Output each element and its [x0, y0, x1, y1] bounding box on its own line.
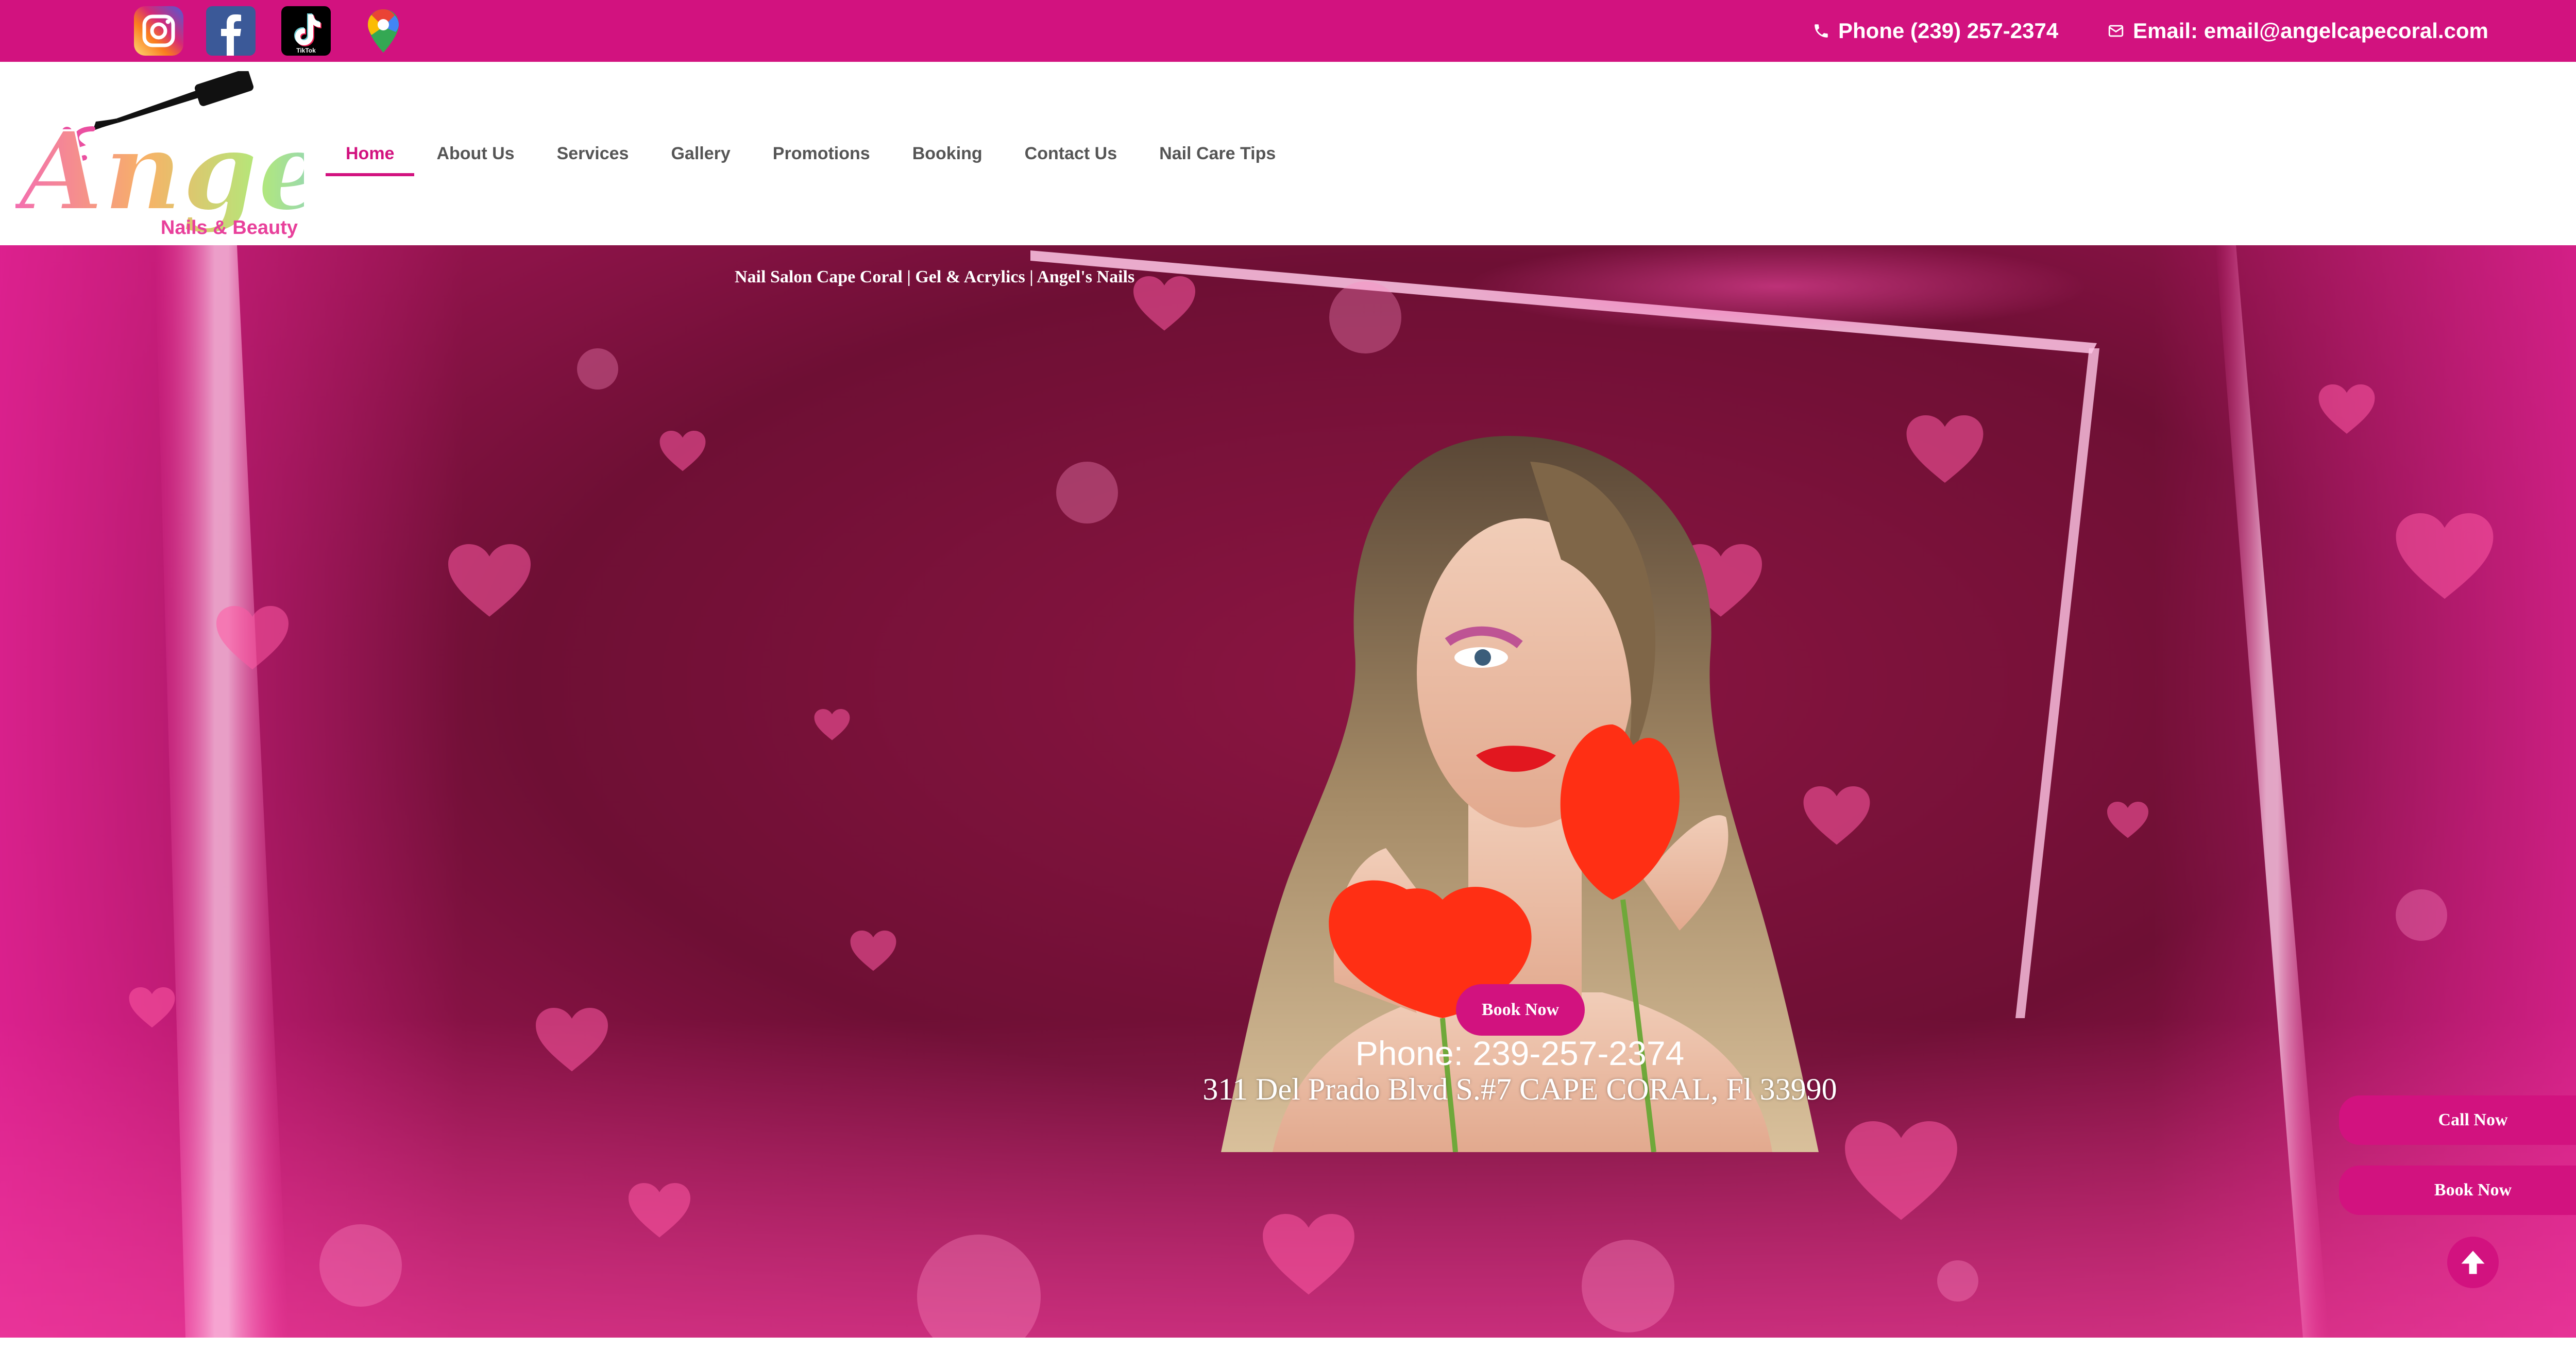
nav-home[interactable]: Home — [325, 62, 415, 245]
hero-heading: Nail Salon Cape Coral | Gel & Acrylics |… — [735, 267, 1135, 286]
scroll-to-top-button[interactable] — [2447, 1237, 2499, 1288]
nav-gallery[interactable]: Gallery — [650, 62, 751, 245]
email-icon — [2107, 22, 2125, 40]
nav-promotions[interactable]: Promotions — [752, 62, 891, 245]
main-nav: Home About Us Services Gallery Promotion… — [325, 62, 1297, 245]
hero-section: Nail Salon Cape Coral | Gel & Acrylics |… — [0, 245, 2576, 1338]
phone-icon — [1812, 22, 1830, 40]
arrow-up-icon — [2461, 1251, 2485, 1274]
topbar-phone[interactable]: Phone (239) 257-2374 — [1812, 0, 2058, 62]
nav-nail-care-tips[interactable]: Nail Care Tips — [1138, 62, 1297, 245]
tiktok-icon[interactable]: TikTok — [281, 6, 331, 56]
topbar-phone-text: Phone (239) 257-2374 — [1838, 19, 2059, 43]
google-maps-icon[interactable] — [359, 6, 408, 56]
hero-address: 311 Del Prado Blvd S.#7 CAPE CORAL, Fl 3… — [1202, 1072, 1837, 1106]
facebook-icon[interactable] — [206, 6, 256, 56]
hero-phone[interactable]: Phone: 239-257-2374 — [1200, 1034, 1839, 1073]
hero-book-now-button[interactable]: Book Now — [1456, 984, 1585, 1036]
nav-booking[interactable]: Booking — [891, 62, 1004, 245]
logo-subtitle: Nails & Beauty — [161, 217, 298, 239]
tiktok-caption: TikTok — [296, 47, 316, 54]
topbar-email[interactable]: Email: email@angelcapecoral.com — [2107, 0, 2488, 62]
call-now-button[interactable]: Call Now — [2339, 1095, 2576, 1145]
floating-book-now-button[interactable]: Book Now — [2339, 1166, 2576, 1215]
logo-title: Angel's — [15, 108, 304, 235]
site-header: Angel's Nails & Beauty Home About Us Ser… — [0, 62, 2576, 245]
instagram-icon[interactable] — [134, 6, 183, 56]
nav-about-us[interactable]: About Us — [415, 62, 535, 245]
nav-contact-us[interactable]: Contact Us — [1004, 62, 1138, 245]
page-bottom-strip — [0, 1338, 2576, 1351]
top-bar: TikTok Phone (239) 257-2374 Email: email… — [0, 0, 2576, 62]
site-logo[interactable]: Angel's Nails & Beauty — [15, 71, 304, 241]
nav-services[interactable]: Services — [536, 62, 650, 245]
topbar-email-text: Email: email@angelcapecoral.com — [2133, 19, 2488, 43]
